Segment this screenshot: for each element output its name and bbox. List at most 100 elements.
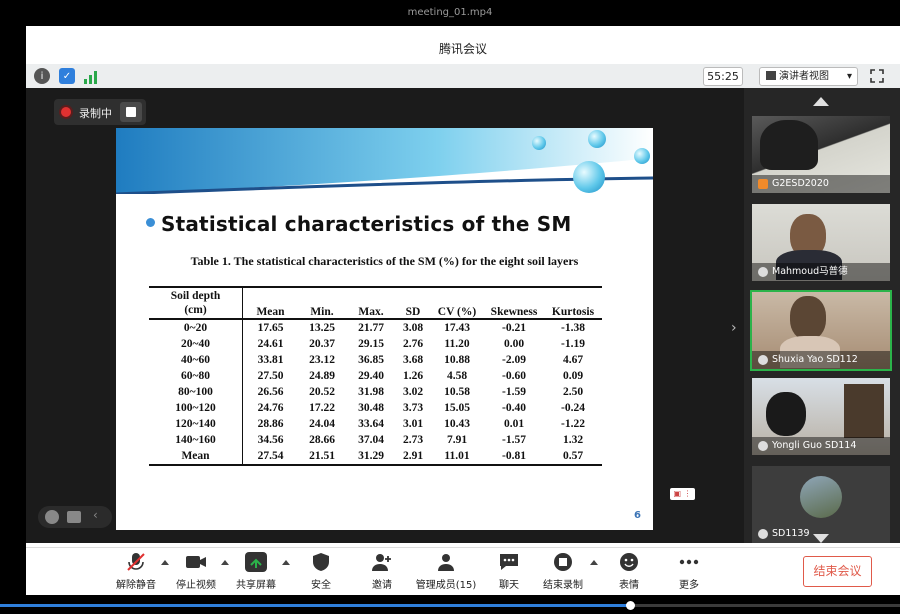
- participant-tile-active-speaker[interactable]: Shuxia Yao SD112: [752, 292, 890, 369]
- participant-name: SD1139: [772, 528, 810, 539]
- chat-icon[interactable]: [67, 511, 81, 523]
- unmute-button[interactable]: 解除静音: [104, 552, 168, 591]
- table-cell: 36.85: [358, 354, 384, 366]
- table-cell: 11.01: [444, 450, 470, 462]
- table-cell: -0.40: [502, 402, 526, 414]
- presentation-slide: Statistical characteristics of the SM Ta…: [116, 128, 653, 530]
- participant-tile[interactable]: SD1139: [752, 466, 890, 543]
- info-icon[interactable]: i: [34, 68, 50, 84]
- invite-button[interactable]: 邀请: [350, 552, 414, 591]
- table-row: 80~100 26.56 20.52 31.98 3.02 10.58 -1.59 2.50: [149, 384, 602, 400]
- header-cell: CV (%): [437, 306, 477, 318]
- soil-depth-cell: 80~100: [149, 384, 243, 400]
- emoji-icon[interactable]: [45, 510, 59, 524]
- table-cell: 0.01: [503, 418, 525, 430]
- video-camera-icon: [185, 552, 207, 572]
- table-cell: 2.76: [402, 338, 424, 350]
- table-cell: 10.43: [444, 418, 470, 430]
- members-icon: [435, 552, 457, 572]
- table-cell: 0.09: [562, 370, 584, 382]
- reactions-label: 表情: [619, 580, 639, 591]
- table-cell: 13.25: [309, 322, 335, 334]
- table-cell: 30.48: [358, 402, 384, 414]
- manage-members-button[interactable]: 管理成员(15): [414, 552, 478, 591]
- stop-video-button[interactable]: 停止视频: [164, 552, 228, 591]
- table-cell: 33.81: [257, 354, 284, 366]
- security-button[interactable]: 安全: [289, 552, 353, 591]
- table-cell: 2.91: [402, 450, 424, 462]
- end-meeting-button[interactable]: 结束会议: [803, 556, 872, 587]
- app-title: 腾讯会议: [438, 42, 487, 56]
- chat-bubble-icon: [498, 552, 520, 572]
- chat-toolbar[interactable]: ‹: [38, 506, 112, 528]
- table-cell: 23.12: [309, 354, 335, 366]
- table-cell: 37.04: [358, 434, 384, 446]
- table-cell: -0.81: [502, 450, 526, 462]
- participant-tile[interactable]: Mahmoud马普德: [752, 204, 890, 281]
- soil-depth-cell: 0~20: [149, 319, 243, 336]
- avatar: [800, 476, 842, 518]
- smile-icon: [618, 552, 640, 572]
- table-cell: -0.21: [502, 322, 526, 334]
- more-button[interactable]: 更多: [657, 552, 721, 591]
- participant-name: G2ESD2020: [772, 178, 829, 189]
- share-screen-label: 共享屏幕: [236, 580, 276, 591]
- soil-depth-cell: 120~140: [149, 416, 243, 432]
- table-cell: 26.56: [257, 386, 284, 398]
- table-cell: 15.05: [444, 402, 470, 414]
- security-label: 安全: [311, 580, 331, 591]
- scroll-down-icon[interactable]: [813, 534, 829, 543]
- table-cell: 11.20: [444, 338, 470, 350]
- header-cell: Mean: [256, 306, 285, 318]
- scroll-up-icon[interactable]: [813, 97, 829, 106]
- table-cell: -2.09: [502, 354, 526, 366]
- participant-tile[interactable]: Yongli Guo SD114: [752, 378, 890, 455]
- signal-icon[interactable]: [84, 69, 98, 84]
- table-cell: 20.37: [309, 338, 335, 350]
- table-cell: 33.64: [358, 418, 384, 430]
- table-header: Soil depth (cm) Mean Min. Max. SD CV (%)…: [149, 287, 602, 319]
- stop-recording-button[interactable]: [120, 102, 142, 122]
- participant-tile[interactable]: G2ESD2020: [752, 116, 890, 193]
- microphone-muted-icon: [125, 552, 147, 572]
- table-cell: 20.52: [309, 386, 335, 398]
- layout-icon: [766, 71, 776, 80]
- table-cell: 29.40: [358, 370, 384, 382]
- statistics-table: Soil depth (cm) Mean Min. Max. SD CV (%)…: [149, 286, 602, 466]
- table-cell: 1.26: [402, 370, 424, 382]
- slide-page-number: 6: [634, 510, 641, 521]
- table-cell: -1.59: [502, 386, 526, 398]
- slide-heading: Statistical characteristics of the SM: [161, 212, 572, 236]
- reactions-button[interactable]: 表情: [597, 552, 661, 591]
- table-row: 0~20 17.65 13.25 21.77 3.08 17.43 -0.21 -1.38: [149, 319, 602, 336]
- microphone-icon: [758, 355, 768, 365]
- chevron-right-icon[interactable]: ›: [731, 320, 737, 336]
- table-cell: -1.22: [561, 418, 585, 430]
- table-cell: 31.98: [358, 386, 384, 398]
- fullscreen-icon[interactable]: [870, 68, 884, 83]
- table-cell: -1.57: [502, 434, 526, 446]
- table-cell: 27.50: [257, 370, 284, 382]
- table-cell: 17.43: [444, 322, 470, 334]
- participant-video: [790, 296, 826, 340]
- table-cell: 17.65: [257, 322, 284, 334]
- table-caption: Table 1. The statistical characteristics…: [190, 254, 579, 268]
- view-selector[interactable]: 演讲者视图 ▾: [759, 67, 858, 86]
- video-file-title: meeting_01.mp4: [407, 7, 493, 18]
- video-progress-handle[interactable]: [626, 601, 635, 610]
- table-cell: -1.19: [561, 338, 585, 350]
- share-screen-button[interactable]: 共享屏幕: [224, 552, 288, 591]
- end-recording-button[interactable]: 结束录制: [531, 552, 595, 591]
- bullet-icon: [146, 218, 155, 227]
- table-cell: 28.86: [257, 418, 284, 430]
- table-cell: -0.24: [561, 402, 585, 414]
- table-cell: 3.68: [402, 354, 424, 366]
- slide-tool-icon[interactable]: ▣ ⋮: [670, 488, 695, 500]
- chevron-left-icon[interactable]: ‹: [93, 508, 98, 522]
- participant-video: [844, 384, 884, 438]
- table-row: 140~160 34.56 28.66 37.04 2.73 7.91 -1.57 1.32: [149, 432, 602, 448]
- table-cell: 21.51: [309, 450, 335, 462]
- more-dots-icon: [678, 552, 700, 572]
- header-cell: Kurtosis: [551, 306, 595, 318]
- shield-icon[interactable]: ✓: [59, 68, 75, 84]
